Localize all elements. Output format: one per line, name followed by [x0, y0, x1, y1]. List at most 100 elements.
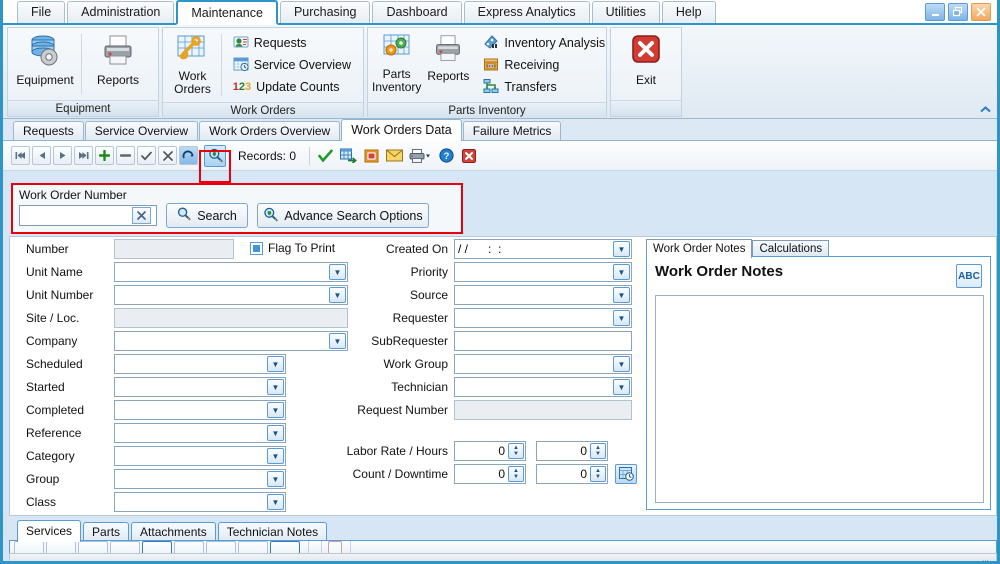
company-value[interactable]: [115, 333, 347, 349]
tab-failure-metrics[interactable]: Failure Metrics: [462, 121, 562, 140]
next-record-button[interactable]: [53, 146, 72, 165]
equipment-button[interactable]: Equipment: [12, 30, 78, 98]
class-value[interactable]: [115, 494, 285, 510]
chevron-down-icon[interactable]: ▼: [613, 310, 630, 326]
tab-services[interactable]: Services: [17, 520, 82, 542]
work-order-number-field[interactable]: [19, 205, 157, 226]
spinner-arrows-icon[interactable]: ▲ ▼: [508, 466, 524, 482]
group-value[interactable]: [115, 471, 285, 487]
spellcheck-abc-icon[interactable]: ABC: [956, 264, 982, 288]
technician-value[interactable]: [455, 379, 631, 395]
tab-work-order-notes[interactable]: Work Order Notes: [646, 239, 753, 258]
exit-button[interactable]: Exit: [615, 30, 677, 98]
minimize-button[interactable]: [925, 3, 945, 21]
update-counts-button[interactable]: 123 Update Counts: [229, 76, 355, 98]
tab-service-overview[interactable]: Service Overview: [84, 121, 199, 140]
priority-value[interactable]: [455, 264, 631, 280]
parts-reports-button[interactable]: Reports: [427, 30, 469, 100]
count-spinner[interactable]: 0 ▲ ▼: [454, 464, 526, 484]
downtime-spinner[interactable]: 0 ▲ ▼: [536, 464, 608, 484]
field-reference-combo[interactable]: ▼: [114, 423, 286, 443]
chevron-down-icon[interactable]: ▼: [267, 356, 284, 372]
first-record-button[interactable]: [11, 146, 30, 165]
transfers-button[interactable]: Transfers: [479, 76, 609, 98]
field-technician-combo[interactable]: ▼: [454, 377, 632, 397]
labor-rate-spinner[interactable]: 0 ▲ ▼: [454, 441, 526, 461]
started-value[interactable]: [115, 379, 285, 395]
chevron-down-icon[interactable]: ▼: [613, 356, 630, 372]
chevron-down-icon[interactable]: ▼: [613, 241, 630, 257]
search-toggle-button[interactable]: [204, 144, 226, 167]
chevron-down-icon[interactable]: ▼: [613, 379, 630, 395]
field-unit-name-combo[interactable]: ▼: [114, 262, 348, 282]
tab-work-orders-overview[interactable]: Work Orders Overview: [199, 121, 341, 140]
ribbon-tab-utilities[interactable]: Utilities: [591, 1, 660, 23]
ribbon-tab-help[interactable]: Help: [661, 1, 716, 23]
previous-record-button[interactable]: [32, 146, 51, 165]
unit-number-value[interactable]: [115, 287, 347, 303]
export-grid-icon[interactable]: [338, 146, 358, 166]
chevron-down-icon[interactable]: ▼: [267, 402, 284, 418]
chevron-down-icon[interactable]: ▼: [267, 448, 284, 464]
field-subrequester-input[interactable]: [454, 331, 632, 351]
ribbon-tab-administration[interactable]: Administration: [67, 1, 175, 23]
scheduled-value[interactable]: [115, 356, 285, 372]
equipment-reports-button[interactable]: Reports: [85, 30, 151, 98]
chevron-down-icon[interactable]: ▼: [267, 471, 284, 487]
field-group-combo[interactable]: ▼: [114, 469, 286, 489]
field-company-combo[interactable]: ▼: [114, 331, 348, 351]
delete-record-button[interactable]: [116, 146, 135, 165]
print-icon[interactable]: [407, 146, 433, 166]
restore-button[interactable]: [948, 3, 968, 21]
search-button[interactable]: Search: [166, 203, 248, 228]
field-unit-number-combo[interactable]: ▼: [114, 285, 348, 305]
ribbon-tab-express-analytics[interactable]: Express Analytics: [463, 1, 590, 23]
tab-work-orders-data[interactable]: Work Orders Data: [341, 119, 462, 141]
cancel-edit-button[interactable]: [158, 146, 177, 165]
add-record-button[interactable]: [95, 146, 114, 165]
unit-name-value[interactable]: [115, 264, 347, 280]
tab-calculations[interactable]: Calculations: [752, 240, 830, 257]
field-scheduled-combo[interactable]: ▼: [114, 354, 286, 374]
field-priority-combo[interactable]: ▼: [454, 262, 632, 282]
chevron-down-icon[interactable]: ▼: [613, 287, 630, 303]
reference-value[interactable]: [115, 425, 285, 441]
subrequester-value[interactable]: [455, 333, 631, 349]
export-excel-icon[interactable]: [361, 146, 381, 166]
receiving-button[interactable]: Receiving: [479, 54, 609, 76]
field-source-combo[interactable]: ▼: [454, 285, 632, 305]
ribbon-tab-dashboard[interactable]: Dashboard: [372, 1, 462, 23]
downtime-calculator-icon[interactable]: [615, 464, 637, 484]
flag-to-print-checkbox[interactable]: Flag To Print: [250, 241, 335, 255]
tab-attachments[interactable]: Attachments: [131, 522, 216, 541]
field-started-combo[interactable]: ▼: [114, 377, 286, 397]
chevron-down-icon[interactable]: ▼: [267, 494, 284, 510]
notes-textarea[interactable]: [655, 295, 984, 503]
close-button[interactable]: [971, 3, 991, 21]
field-completed-combo[interactable]: ▼: [114, 400, 286, 420]
field-category-combo[interactable]: ▼: [114, 446, 286, 466]
ribbon-tab-file[interactable]: File: [17, 1, 66, 23]
completed-value[interactable]: [115, 402, 285, 418]
last-record-button[interactable]: [74, 146, 93, 165]
ribbon-tab-purchasing[interactable]: Purchasing: [279, 1, 371, 23]
chevron-up-icon[interactable]: [977, 102, 993, 116]
category-value[interactable]: [115, 448, 285, 464]
chevron-down-icon[interactable]: ▼: [267, 379, 284, 395]
source-value[interactable]: [455, 287, 631, 303]
tab-parts[interactable]: Parts: [83, 522, 130, 541]
search-input[interactable]: [20, 207, 132, 224]
spinner-arrows-icon[interactable]: ▲ ▼: [590, 466, 606, 482]
field-requester-combo[interactable]: ▼: [454, 308, 632, 328]
clear-search-icon[interactable]: [132, 207, 151, 224]
field-class-combo[interactable]: ▼: [114, 492, 286, 512]
email-icon[interactable]: [384, 146, 404, 166]
chevron-down-icon[interactable]: ▼: [267, 425, 284, 441]
close-icon[interactable]: [459, 146, 479, 166]
work-orders-button[interactable]: Work Orders: [167, 30, 218, 100]
service-overview-button[interactable]: Service Overview: [229, 54, 355, 76]
help-icon[interactable]: ?: [436, 146, 456, 166]
chevron-down-icon[interactable]: ▼: [613, 264, 630, 280]
tab-technician-notes[interactable]: Technician Notes: [217, 522, 328, 541]
spinner-arrows-icon[interactable]: ▲ ▼: [590, 443, 606, 459]
